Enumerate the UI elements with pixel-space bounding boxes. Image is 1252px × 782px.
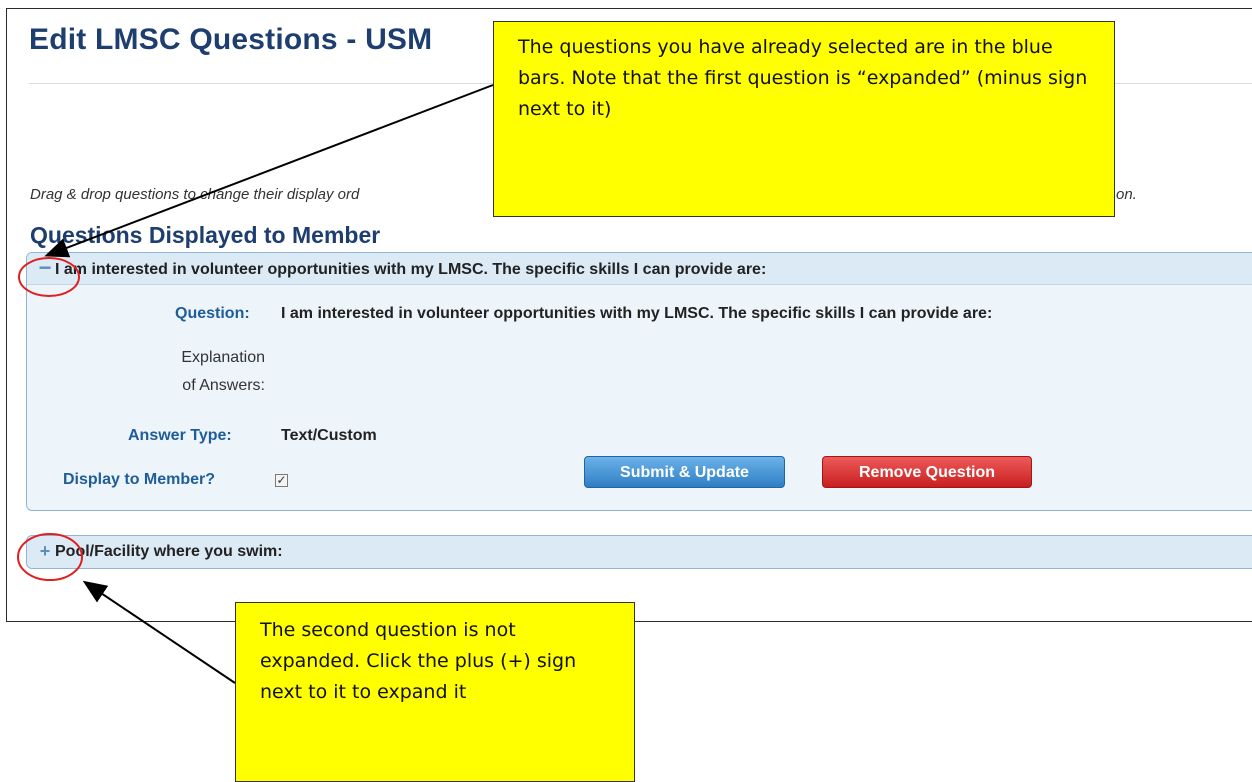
callout-note-bottom: The second question is not expanded. Cli… xyxy=(235,602,635,782)
display-to-member-label: Display to Member? xyxy=(63,471,216,488)
callout-note-top: The questions you have already selected … xyxy=(493,21,1115,217)
submit-update-button[interactable]: Submit & Update xyxy=(584,456,785,488)
question-header-text[interactable]: I am interested in volunteer opportuniti… xyxy=(55,261,766,279)
question-header[interactable]: − I am interested in volunteer opportuni… xyxy=(27,253,1252,285)
question-panel-collapsed[interactable]: + Pool/Facility where you swim: xyxy=(26,535,1252,569)
expand-plus-icon[interactable]: + xyxy=(37,542,53,560)
section-heading: Questions Displayed to Member xyxy=(30,222,381,248)
question-header-text[interactable]: Pool/Facility where you swim: xyxy=(55,543,283,561)
explanation-label-line2: of Answers: xyxy=(182,377,265,394)
explanation-label-line1: Explanation xyxy=(181,349,265,366)
remove-question-button[interactable]: Remove Question xyxy=(822,456,1032,488)
answer-type-label: Answer Type: xyxy=(128,427,232,444)
instructions-text: Drag & drop questions to change their di… xyxy=(30,186,360,203)
collapse-minus-icon[interactable]: − xyxy=(37,257,53,279)
question-value: I am interested in volunteer opportuniti… xyxy=(281,305,993,322)
instructions-text-tail: on. xyxy=(1116,186,1137,203)
answer-type-value: Text/Custom xyxy=(281,427,377,444)
question-label: Question: xyxy=(175,305,250,322)
display-to-member-checkbox[interactable]: ✓ xyxy=(275,474,288,487)
question-panel-expanded[interactable]: − I am interested in volunteer opportuni… xyxy=(26,252,1252,511)
page-title: Edit LMSC Questions - USM xyxy=(29,23,433,56)
